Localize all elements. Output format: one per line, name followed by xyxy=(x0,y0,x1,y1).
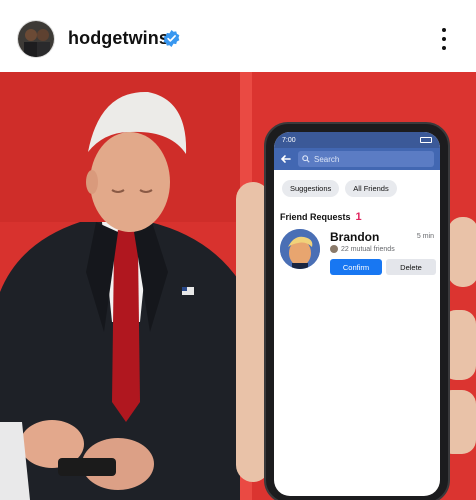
mutual-friend-avatar xyxy=(330,245,338,253)
status-time: 7:00 xyxy=(282,136,296,144)
search-bar: Search xyxy=(274,148,440,170)
status-bar: 7:00 xyxy=(274,132,440,148)
back-arrow-icon[interactable] xyxy=(280,153,292,165)
request-avatar[interactable] xyxy=(280,229,320,269)
chip-all-friends[interactable]: All Friends xyxy=(345,180,397,197)
more-options-icon[interactable] xyxy=(432,24,456,54)
confirm-button[interactable]: Confirm xyxy=(330,259,382,275)
request-name[interactable]: Brandon xyxy=(330,230,379,244)
friend-requests-heading: Friend Requests 1 xyxy=(280,211,440,223)
friend-requests-count: 1 xyxy=(355,211,362,223)
mutual-friends: 22 mutual friends xyxy=(330,245,395,253)
friend-request-item: Brandon 5 min 22 mutual friends Confirm … xyxy=(274,225,440,279)
search-input[interactable]: Search xyxy=(298,151,434,167)
post-header: hodgetwins xyxy=(0,0,476,72)
search-icon xyxy=(302,155,310,163)
phone-mockup: 7:00 Search Suggestions All Friends Frie… xyxy=(264,122,450,500)
man-in-suit-photo xyxy=(0,72,240,500)
username[interactable]: hodgetwins xyxy=(68,28,169,49)
finger xyxy=(448,217,476,287)
search-placeholder: Search xyxy=(314,154,340,164)
request-time: 5 min xyxy=(416,233,434,240)
filter-chips: Suggestions All Friends xyxy=(274,170,440,197)
chip-suggestions[interactable]: Suggestions xyxy=(282,180,340,197)
delete-button[interactable]: Delete xyxy=(386,259,436,275)
battery-icon xyxy=(420,137,432,143)
mutual-friends-text: 22 mutual friends xyxy=(341,245,395,253)
verified-badge-icon xyxy=(163,30,180,47)
friend-requests-label: Friend Requests xyxy=(280,212,351,222)
phone-screen: 7:00 Search Suggestions All Friends Frie… xyxy=(274,132,440,496)
profile-avatar[interactable] xyxy=(17,20,55,58)
post-image: 7:00 Search Suggestions All Friends Frie… xyxy=(0,72,476,500)
